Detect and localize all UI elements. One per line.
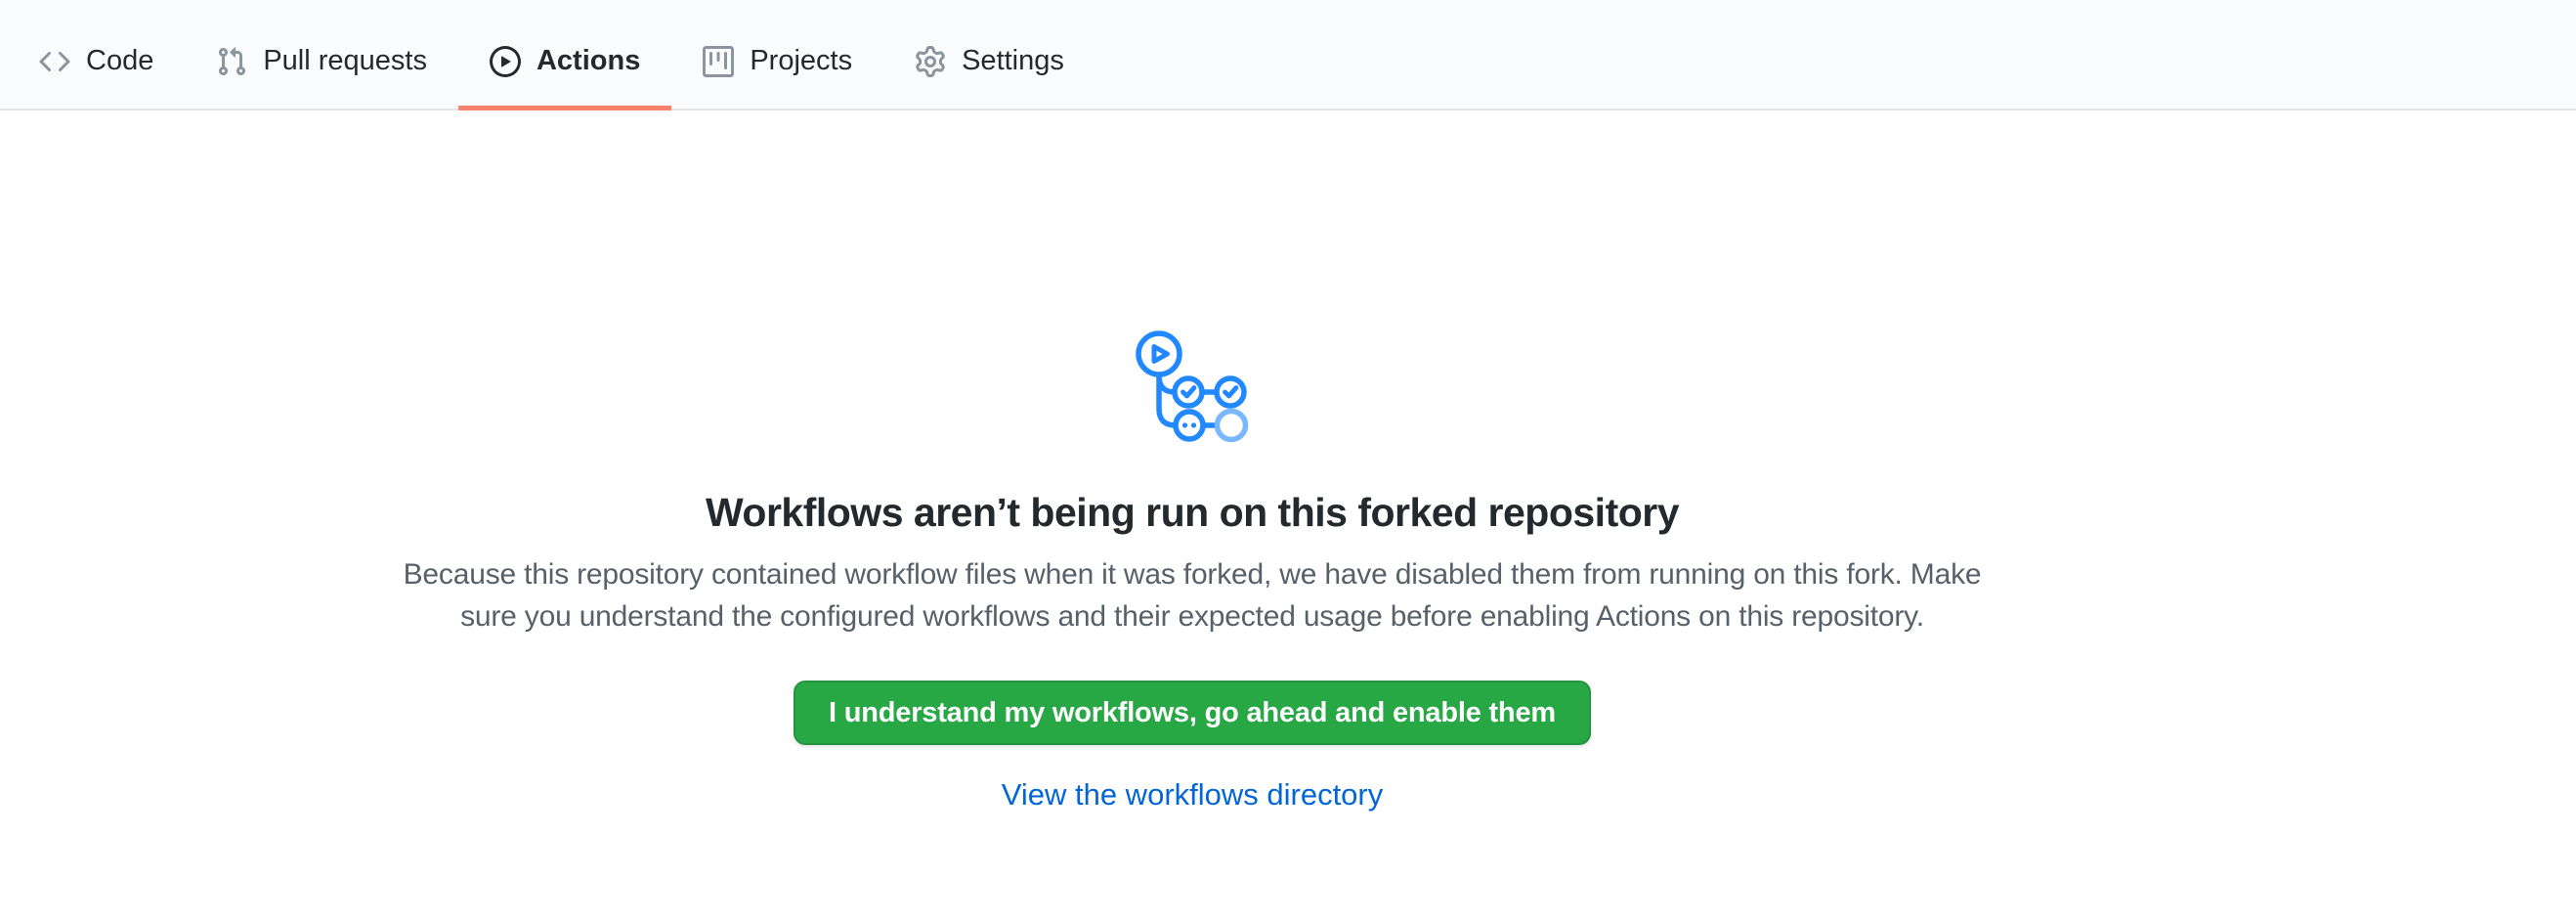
repo-tab-nav: Code Pull requests Actions Projects Sett… — [0, 0, 2576, 110]
play-circle-icon — [490, 46, 521, 77]
gear-icon — [915, 46, 946, 77]
tab-settings-label: Settings — [962, 47, 1064, 75]
tab-actions[interactable]: Actions — [458, 0, 671, 109]
page-description-line2: sure you understand the configured workf… — [460, 600, 1924, 633]
tab-projects-label: Projects — [750, 47, 852, 75]
tab-projects[interactable]: Projects — [671, 0, 883, 109]
git-pull-request-icon — [216, 46, 247, 77]
workflow-graph-icon — [1134, 327, 1251, 444]
tab-settings[interactable]: Settings — [883, 0, 1095, 109]
page-title: Workflows aren’t being run on this forke… — [706, 487, 1679, 538]
blankslate: Workflows aren’t being run on this forke… — [0, 110, 2576, 813]
tab-actions-label: Actions — [537, 47, 640, 75]
enable-workflows-button[interactable]: I understand my workflows, go ahead and … — [794, 681, 1591, 745]
tab-code[interactable]: Code — [8, 0, 185, 109]
tab-pull-requests-label: Pull requests — [263, 47, 427, 75]
project-icon — [703, 46, 734, 77]
workflows-directory-link[interactable]: View the workflows directory — [1002, 777, 1384, 813]
page-description-line1: Because this repository contained workfl… — [404, 558, 1982, 591]
code-icon — [39, 46, 70, 77]
tab-pull-requests[interactable]: Pull requests — [185, 0, 458, 109]
page-description: Because this repository contained workfl… — [404, 553, 1982, 637]
tab-code-label: Code — [86, 47, 153, 75]
